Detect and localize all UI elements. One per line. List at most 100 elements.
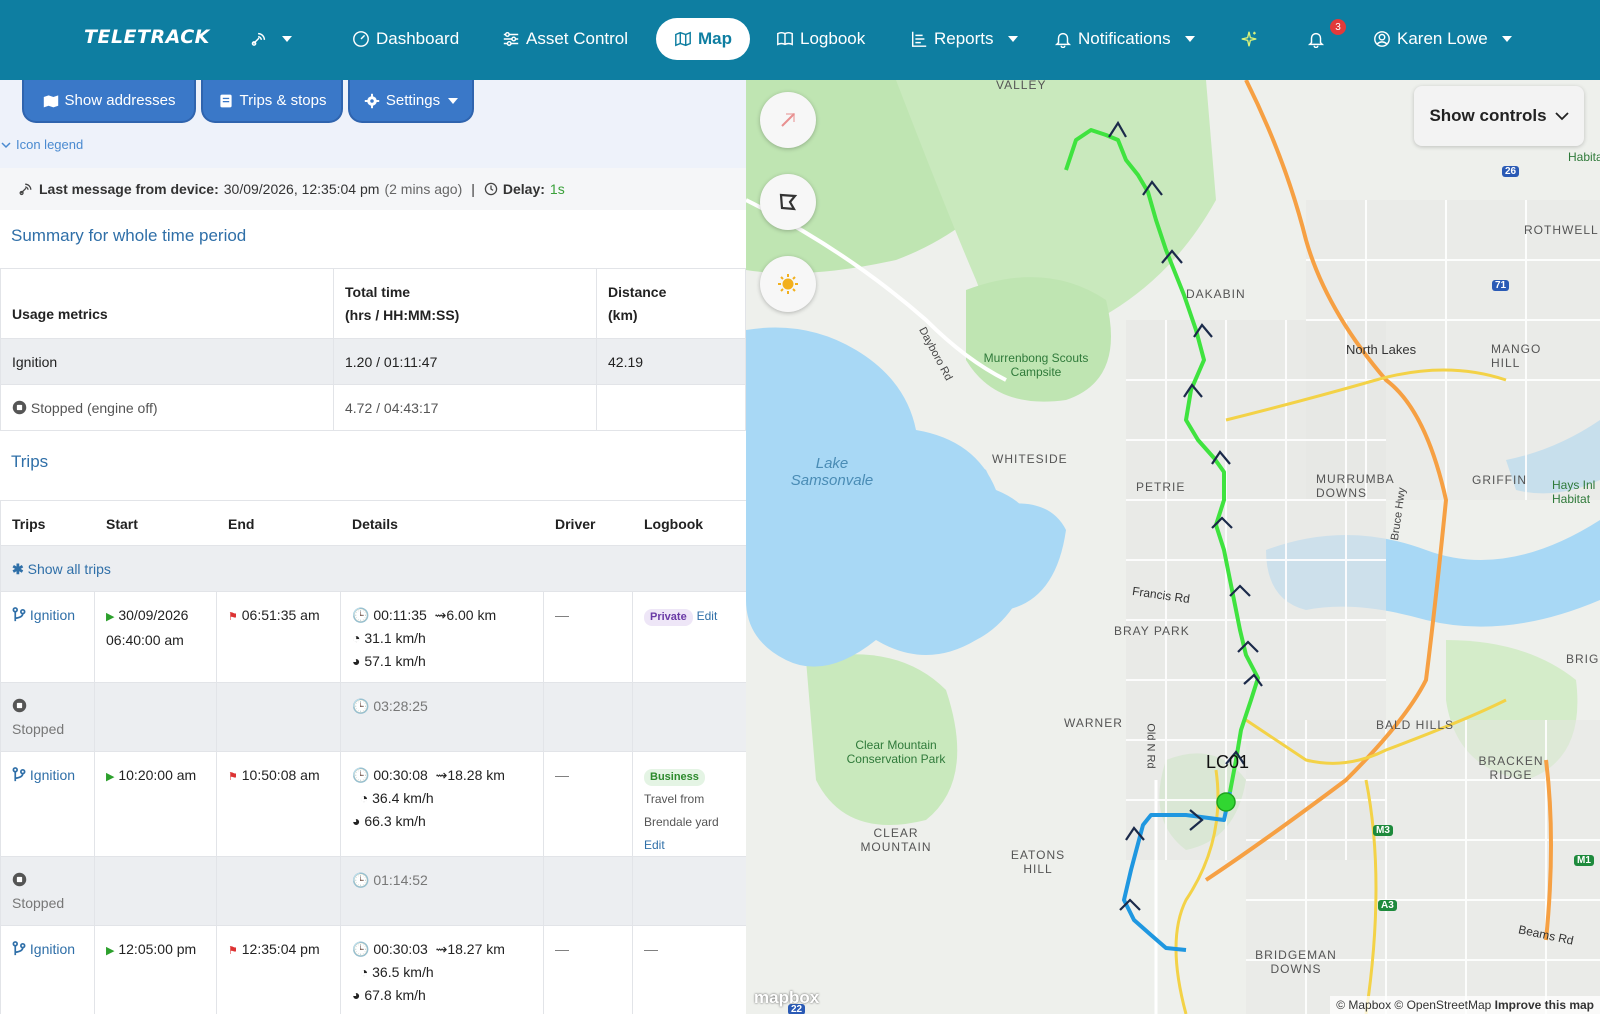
- map-attribution: © Mapbox © OpenStreetMap Improve this ma…: [1330, 996, 1600, 1014]
- notification-count-badge: 3: [1330, 19, 1346, 35]
- flag-icon: ⚑: [228, 945, 238, 957]
- trips-header-trips: Trips: [0, 501, 95, 545]
- bell-icon: [1054, 32, 1072, 48]
- trip-type-cell[interactable]: Ignition: [0, 752, 95, 856]
- trip-row[interactable]: Ignition ▶ 12:05:00 pm ⚑ 12:35:04 pm 🕒 0…: [0, 926, 746, 1014]
- trip-logbook-cell: Business Travel from Brendale yard Edit: [633, 752, 746, 856]
- chevron-down-icon: [1184, 36, 1195, 42]
- clock-icon: 🕒: [352, 767, 370, 783]
- teletrack-logo[interactable]: TELETRACK: [84, 26, 210, 48]
- trip-end-cell: ⚑ 12:35:04 pm: [217, 926, 341, 1014]
- stop-driver-cell: [544, 683, 633, 751]
- summary-header-total-line2: (hrs / HH:MM:SS): [345, 306, 460, 323]
- summary-header-row: Usage metrics Total time (hrs / HH:MM:SS)…: [0, 268, 746, 339]
- nav-map[interactable]: Map: [656, 18, 750, 60]
- distance-icon: ⇝: [435, 941, 448, 957]
- trip-panel: Show addresses Trips & stops Settings Ic…: [0, 80, 746, 1014]
- chevron-down-icon: [1554, 112, 1569, 121]
- trip-max-speed: 57.1 km/h: [364, 653, 426, 669]
- report-icon: [911, 31, 927, 47]
- trip-start-time: 12:05:00 pm: [118, 941, 197, 957]
- user-circle-icon: [1374, 31, 1390, 47]
- trip-max-speed: 66.3 km/h: [364, 813, 426, 829]
- summary-metric-cell: Stopped (engine off): [0, 384, 334, 431]
- delay-label: Delay:: [502, 181, 545, 197]
- clock-icon: 🕒: [352, 698, 370, 714]
- stop-start-cell: [95, 683, 217, 751]
- stop-logbook-cell: [633, 683, 746, 751]
- trip-row[interactable]: Ignition ▶ 30/09/2026 06:40:00 am ⚑ 06:5…: [0, 592, 746, 683]
- icon-legend-label: Icon legend: [16, 137, 84, 152]
- avg-speed-icon: ◔: [359, 964, 369, 980]
- trips-stops-button[interactable]: Trips & stops: [201, 80, 343, 123]
- nav-logbook-label: Logbook: [800, 29, 866, 48]
- gauge-icon: [353, 31, 369, 47]
- stop-duration-cell: 🕒 01:14:52: [341, 857, 544, 925]
- alerts-bell-button[interactable]: [1307, 18, 1325, 60]
- ai-sparkle-button[interactable]: [1240, 18, 1258, 60]
- summary-metric: Stopped (engine off): [30, 399, 158, 416]
- avg-speed-icon: ◔: [352, 630, 361, 646]
- map-draw-area-button[interactable]: [760, 174, 816, 230]
- device-connection-dropdown[interactable]: [250, 18, 292, 60]
- max-speed-icon: ◕: [352, 653, 361, 669]
- stop-type-cell: Stopped: [0, 683, 95, 751]
- road-shield: M3: [1373, 825, 1393, 836]
- user-menu[interactable]: Karen Lowe: [1373, 18, 1512, 60]
- panel-toolbar: Show addresses Trips & stops Settings Ic…: [0, 80, 746, 168]
- trip-details-cell: 🕒 00:30:08 ⇝18.28 km ◔ 36.4 km/h ◕ 66.3 …: [341, 752, 544, 856]
- nav-reports[interactable]: Reports: [910, 18, 1018, 60]
- trip-distance: 18.28 km: [447, 767, 505, 783]
- summary-title: Summary for whole time period: [11, 226, 247, 245]
- improve-map-link[interactable]: Improve this map: [1495, 998, 1594, 1012]
- logbook-edit-link[interactable]: Edit: [644, 838, 665, 852]
- summary-header-distance: Distance (km): [596, 268, 746, 339]
- stop-duration-cell: 🕒 03:28:25: [341, 683, 544, 751]
- road-shield: 26: [1502, 166, 1520, 177]
- show-addresses-button[interactable]: Show addresses: [22, 80, 196, 123]
- map-view[interactable]: VALLEY DAKABIN ROTHWELL North Lakes MANG…: [746, 80, 1600, 1014]
- nav-notifications[interactable]: Notifications: [1054, 18, 1195, 60]
- trip-type-cell[interactable]: Ignition: [0, 926, 95, 1014]
- nav-asset-control[interactable]: Asset Control: [502, 18, 628, 60]
- settings-label: Settings: [385, 92, 441, 109]
- list-icon: [219, 94, 232, 107]
- settings-dropdown[interactable]: Settings: [348, 80, 474, 123]
- distance-icon: ⇝: [434, 607, 447, 623]
- map-theme-button[interactable]: [760, 256, 816, 312]
- trip-duration: 00:30:03: [373, 941, 428, 957]
- show-controls-button[interactable]: Show controls: [1414, 86, 1584, 146]
- summary-total: 1.20 / 01:11:47: [333, 338, 597, 385]
- stop-circle-icon: [12, 698, 27, 713]
- last-message-label: Last message from device:: [39, 181, 219, 197]
- polygon-select-icon: [779, 193, 798, 211]
- show-all-trips-link[interactable]: ✱ Show all trips: [0, 546, 746, 591]
- mapbox-logo[interactable]: mapbox: [754, 988, 819, 1008]
- logbook-edit-link[interactable]: Edit: [697, 609, 718, 623]
- trips-header-driver: Driver: [555, 516, 596, 532]
- trip-start-date: 30/09/2026: [118, 607, 189, 623]
- stop-row[interactable]: Stopped 🕒 01:14:52: [0, 857, 746, 926]
- nav-asset-control-label: Asset Control: [526, 29, 629, 48]
- route-branch-icon: [12, 607, 26, 622]
- nav-logbook[interactable]: Logbook: [776, 18, 865, 60]
- nav-dashboard[interactable]: Dashboard: [352, 18, 459, 60]
- trip-type-label: Ignition: [29, 767, 76, 783]
- trips-stops-label: Trips & stops: [239, 92, 327, 109]
- trip-row[interactable]: Ignition ▶ 10:20:00 am ⚑ 10:50:08 am 🕒 0…: [0, 752, 746, 857]
- trip-type-cell[interactable]: Ignition: [0, 592, 95, 682]
- trip-driver: —: [544, 592, 633, 682]
- user-name: Karen Lowe: [1397, 29, 1488, 48]
- attribution-text[interactable]: © Mapbox © OpenStreetMap: [1336, 998, 1491, 1012]
- stop-end-cell: [217, 857, 341, 925]
- max-speed-icon: ◕: [352, 987, 361, 1003]
- last-message-ago: (2 mins ago): [384, 181, 463, 197]
- map-compass-button[interactable]: [760, 92, 816, 148]
- clock-icon: 🕒: [352, 941, 370, 957]
- stop-row[interactable]: Stopped 🕒 03:28:25: [0, 683, 746, 752]
- show-all-trips-row: ✱ Show all trips: [0, 546, 746, 592]
- chevron-down-icon: [1501, 36, 1512, 42]
- play-icon: ▶: [106, 945, 115, 957]
- trip-avg-speed: 31.1 km/h: [364, 630, 426, 646]
- icon-legend-toggle[interactable]: Icon legend: [0, 137, 83, 152]
